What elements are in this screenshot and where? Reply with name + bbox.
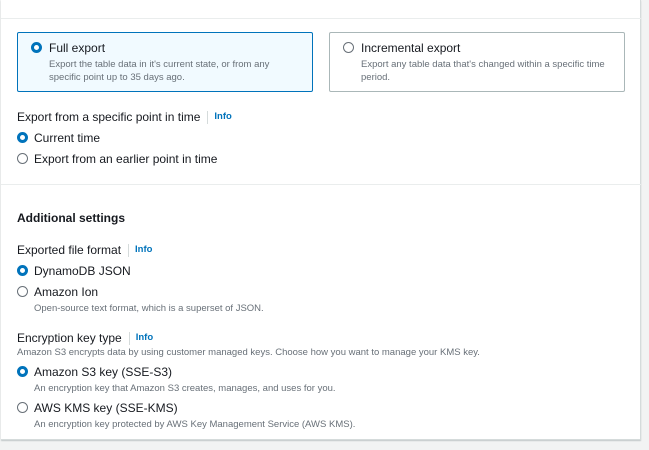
earlier-point-radio[interactable] xyxy=(17,153,28,164)
separator xyxy=(207,110,209,124)
point-in-time-label: Export from a specific point in time xyxy=(17,110,201,124)
file-format-label: Exported file format xyxy=(17,243,122,257)
encryption-info-link[interactable]: Info xyxy=(136,331,153,345)
amazon-ion-description: Open-source text format, which is a supe… xyxy=(34,303,264,314)
sse-kms-radio[interactable] xyxy=(17,402,28,413)
full-export-description: Export the table data in it's current st… xyxy=(49,59,270,83)
current-time-radio[interactable] xyxy=(17,132,28,143)
file-format-label-row: Exported file format Info xyxy=(17,243,152,257)
additional-settings-title: Additional settings xyxy=(17,211,125,225)
incremental-export-description: Export any table data that's changed wit… xyxy=(361,59,605,83)
separator xyxy=(128,331,130,345)
encryption-description: Amazon S3 encrypts data by using custome… xyxy=(17,347,480,358)
dynamodb-json-option[interactable]: DynamoDB JSON xyxy=(17,264,131,278)
earlier-point-option[interactable]: Export from an earlier point in time xyxy=(17,152,217,166)
export-settings-panel: Full export Export the table data in it'… xyxy=(1,0,641,440)
encryption-label-row: Encryption key type Info xyxy=(17,331,153,345)
encryption-label: Encryption key type xyxy=(17,331,122,345)
separator xyxy=(128,243,130,257)
divider xyxy=(1,18,641,19)
full-export-title: Full export xyxy=(49,41,106,55)
amazon-ion-radio[interactable] xyxy=(17,286,28,297)
dynamodb-json-radio[interactable] xyxy=(17,265,28,276)
sse-s3-label: Amazon S3 key (SSE-S3) xyxy=(34,365,173,379)
sse-kms-option[interactable]: AWS KMS key (SSE-KMS) An encryption key … xyxy=(17,401,355,431)
dynamodb-json-label: DynamoDB JSON xyxy=(34,264,131,278)
file-format-info-link[interactable]: Info xyxy=(135,243,152,257)
section-divider xyxy=(1,184,641,185)
earlier-point-label: Export from an earlier point in time xyxy=(34,152,218,166)
sse-kms-label: AWS KMS key (SSE-KMS) xyxy=(34,401,178,415)
incremental-export-radio[interactable] xyxy=(343,42,354,53)
incremental-export-tile[interactable]: Incremental export Export any table data… xyxy=(329,32,625,92)
current-time-label: Current time xyxy=(34,131,101,145)
sse-s3-option[interactable]: Amazon S3 key (SSE-S3) An encryption key… xyxy=(17,365,336,395)
sse-s3-description: An encryption key that Amazon S3 creates… xyxy=(34,383,336,394)
sse-s3-radio[interactable] xyxy=(17,366,28,377)
point-in-time-label-row: Export from a specific point in time Inf… xyxy=(17,110,232,124)
incremental-export-title: Incremental export xyxy=(361,41,461,55)
sse-kms-description: An encryption key protected by AWS Key M… xyxy=(34,419,356,430)
full-export-radio[interactable] xyxy=(31,42,42,53)
amazon-ion-option[interactable]: Amazon Ion Open-source text format, whic… xyxy=(17,285,264,315)
current-time-option[interactable]: Current time xyxy=(17,131,100,145)
point-in-time-info-link[interactable]: Info xyxy=(214,110,231,124)
amazon-ion-label: Amazon Ion xyxy=(34,285,99,299)
full-export-tile[interactable]: Full export Export the table data in it'… xyxy=(17,32,313,92)
